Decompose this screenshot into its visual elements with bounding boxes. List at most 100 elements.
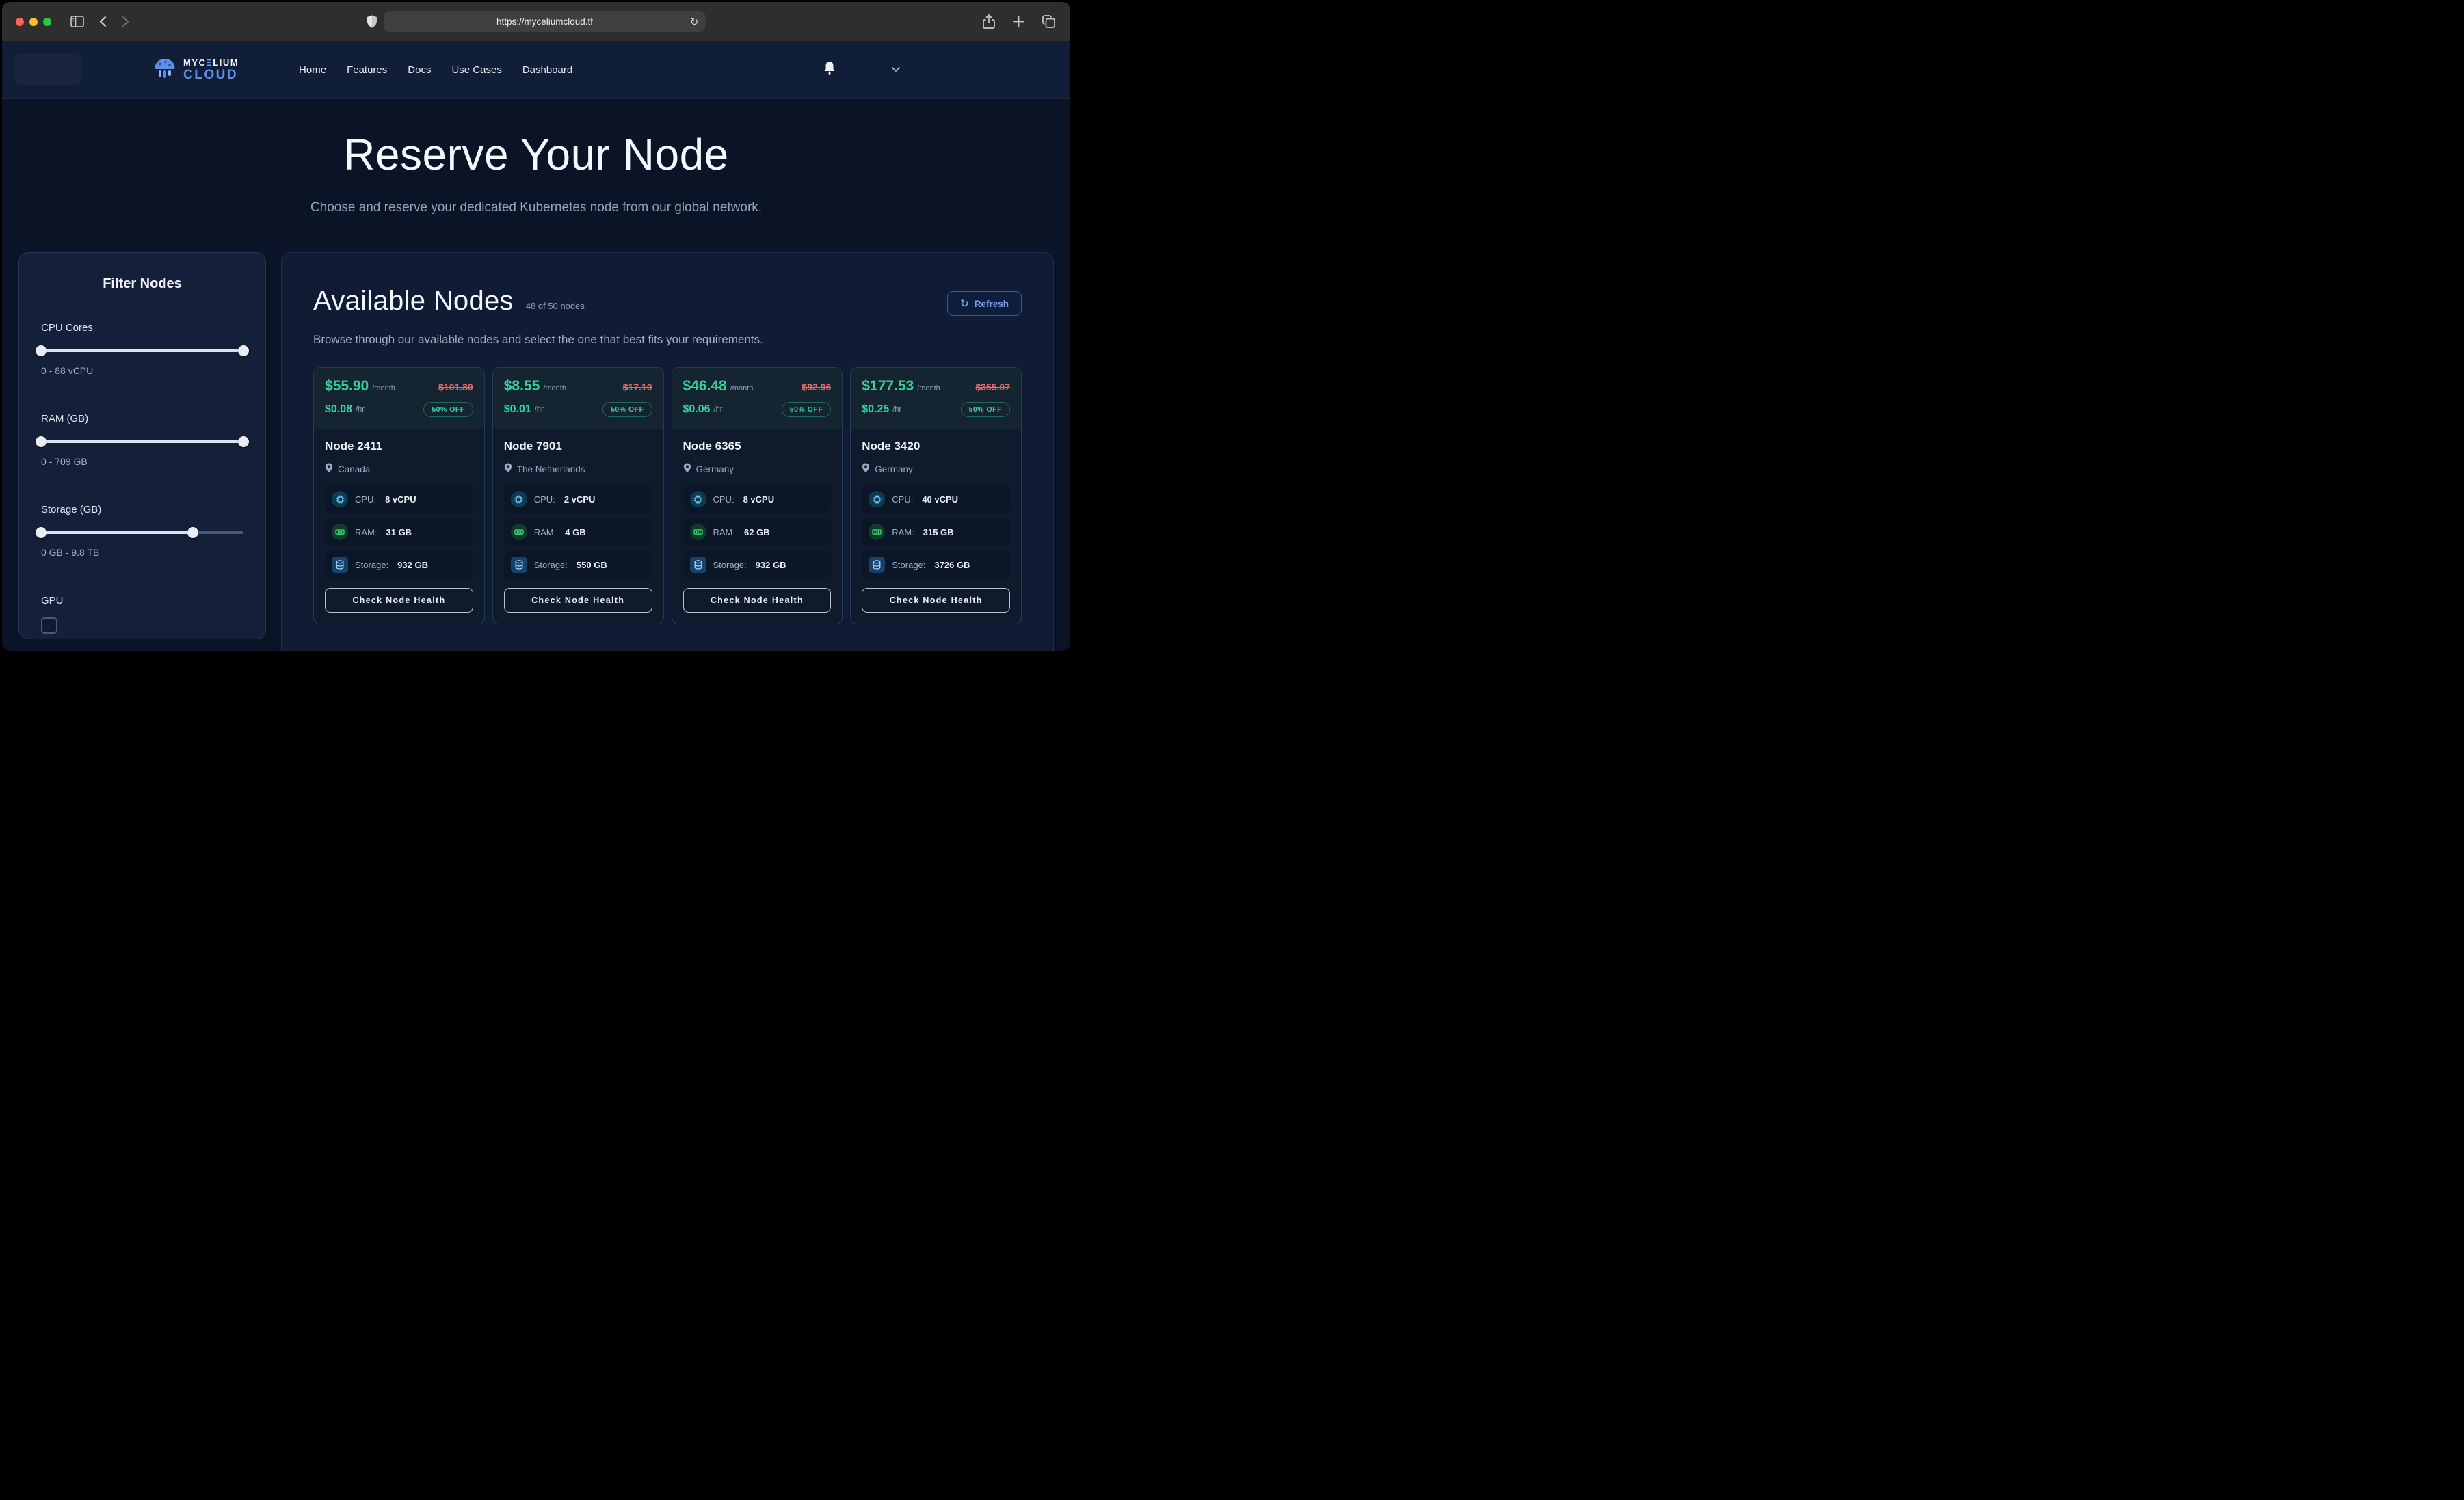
account-chevron-down-icon[interactable]: [891, 64, 901, 76]
storage-label: Storage:: [355, 560, 388, 570]
slider-handle-min[interactable]: [36, 527, 47, 538]
minimize-window-button[interactable]: [29, 18, 38, 26]
browser-toolbar: https://myceliumcloud.tf ↻: [2, 2, 1070, 41]
ram-value: 315 GB: [923, 527, 954, 537]
address-bar[interactable]: https://myceliumcloud.tf ↻: [384, 11, 706, 32]
available-nodes-title: Available Nodes: [313, 286, 514, 317]
node-card[interactable]: $46.48 /month $92.96 $0.06 /hr 50% OFF N…: [672, 367, 843, 624]
check-node-health-button[interactable]: Check Node Health: [325, 588, 473, 613]
cpu-spec-row: CPU: 8 vCPU: [325, 485, 473, 513]
site-navbar: MYCΞLIUM CLOUD Home Features Docs Use Ca…: [2, 41, 1070, 99]
nav-link-docs[interactable]: Docs: [408, 64, 431, 76]
discount-badge: 50% OFF: [423, 402, 473, 417]
range-slider[interactable]: [41, 526, 243, 539]
node-card[interactable]: $55.90 /month $101.80 $0.08 /hr 50% OFF …: [313, 367, 485, 624]
cpu-value: 40 vCPU: [922, 494, 958, 505]
ram-icon: [511, 524, 527, 540]
cpu-icon: [332, 491, 348, 507]
storage-spec-row: Storage: 550 GB: [504, 551, 652, 578]
monthly-unit: /month: [372, 384, 395, 392]
back-button-icon[interactable]: [99, 16, 107, 27]
node-name: Node 7901: [504, 440, 652, 453]
ram-label: RAM:: [713, 527, 736, 537]
node-pricing: $46.48 /month $92.96 $0.06 /hr 50% OFF: [672, 368, 843, 429]
node-count-text: 48 of 50 nodes: [526, 301, 585, 311]
cpu-value: 8 vCPU: [743, 494, 775, 505]
hourly-unit: /hr: [714, 405, 723, 414]
range-slider[interactable]: [41, 436, 243, 448]
traffic-lights: [16, 18, 51, 26]
available-nodes-panel: Available Nodes 48 of 50 nodes ↻ Refresh…: [281, 252, 1054, 651]
sidebar-toggle-icon[interactable]: [70, 16, 84, 27]
share-icon[interactable]: [983, 14, 995, 29]
node-card-body: Node 7901 The Netherlands CPU: 2 vCPU: [493, 429, 663, 588]
refresh-button[interactable]: ↻ Refresh: [947, 291, 1022, 316]
discount-badge: 50% OFF: [961, 402, 1010, 417]
original-price: $355.07: [975, 381, 1010, 392]
ram-spec-row: RAM: 315 GB: [862, 518, 1010, 546]
ram-value: 4 GB: [565, 527, 585, 537]
zoom-window-button[interactable]: [43, 18, 51, 26]
storage-value: 932 GB: [756, 560, 786, 570]
node-name: Node 3420: [862, 440, 1010, 453]
filter-range-text: 0 GB - 9.8 TB: [41, 547, 243, 558]
storage-value: 550 GB: [577, 560, 607, 570]
cpu-spec-row: CPU: 2 vCPU: [504, 485, 652, 513]
monthly-price: $46.48: [683, 378, 727, 394]
brand-wordmark: MYCΞLIUM CLOUD: [183, 58, 239, 81]
cpu-value: 8 vCPU: [385, 494, 416, 505]
reload-icon[interactable]: ↻: [690, 16, 699, 28]
nav-links: Home Features Docs Use Cases Dashboard: [299, 64, 572, 76]
refresh-icon: ↻: [960, 297, 969, 310]
slider-handle-min[interactable]: [36, 345, 47, 356]
ram-label: RAM:: [534, 527, 557, 537]
web-page: MYCΞLIUM CLOUD Home Features Docs Use Ca…: [2, 41, 1070, 651]
close-window-button[interactable]: [16, 18, 24, 26]
node-location: Canada: [338, 464, 370, 474]
new-tab-icon[interactable]: [1013, 16, 1024, 27]
monthly-price: $55.90: [325, 378, 369, 394]
ram-icon: [332, 524, 348, 540]
tab-overview-icon[interactable]: [1042, 15, 1055, 28]
nav-link-dashboard[interactable]: Dashboard: [522, 64, 572, 76]
slider-handle-max[interactable]: [187, 527, 198, 538]
node-card[interactable]: $8.55 /month $17.10 $0.01 /hr 50% OFF No…: [492, 367, 664, 624]
hourly-unit: /hr: [535, 405, 544, 414]
node-location: Germany: [696, 464, 734, 474]
original-price: $17.10: [623, 381, 652, 392]
storage-icon: [690, 557, 706, 573]
cpu-icon: [869, 491, 885, 507]
node-card-body: Node 3420 Germany CPU: 40 vCPU: [851, 429, 1021, 588]
monthly-price: $177.53: [862, 378, 914, 394]
privacy-shield-icon[interactable]: [367, 15, 377, 28]
notification-bell-icon[interactable]: [823, 61, 836, 79]
ram-label: RAM:: [892, 527, 914, 537]
nav-link-features[interactable]: Features: [347, 64, 387, 76]
gpu-filter-label: GPU: [41, 595, 243, 606]
node-location: Germany: [875, 464, 913, 474]
slider-handle-max[interactable]: [238, 345, 249, 356]
storage-label: Storage:: [892, 560, 925, 570]
forward-button-icon[interactable]: [122, 16, 129, 27]
check-node-health-button[interactable]: Check Node Health: [862, 588, 1010, 613]
filter-panel-title: Filter Nodes: [41, 276, 243, 292]
node-card[interactable]: $177.53 /month $355.07 $0.25 /hr 50% OFF…: [850, 367, 1022, 624]
slider-handle-min[interactable]: [36, 436, 47, 447]
filter-range-text: 0 - 88 vCPU: [41, 365, 243, 376]
nav-link-use-cases[interactable]: Use Cases: [451, 64, 501, 76]
filter-label: CPU Cores: [41, 322, 243, 334]
brand-logo[interactable]: MYCΞLIUM CLOUD: [153, 57, 239, 83]
filter-panel: Filter Nodes CPU Cores 0 - 88 vCPU RAM (…: [18, 252, 266, 639]
check-node-health-button[interactable]: Check Node Health: [504, 588, 652, 613]
slider-handle-max[interactable]: [238, 436, 249, 447]
gpu-checkbox[interactable]: [41, 617, 57, 634]
ram-value: 31 GB: [386, 527, 412, 537]
check-node-health-button[interactable]: Check Node Health: [683, 588, 832, 613]
node-name: Node 6365: [683, 440, 832, 453]
storage-label: Storage:: [534, 560, 568, 570]
nav-link-home[interactable]: Home: [299, 64, 326, 76]
location-pin-icon: [325, 463, 333, 475]
range-slider[interactable]: [41, 345, 243, 357]
hourly-price: $0.08: [325, 403, 352, 416]
location-pin-icon: [683, 463, 691, 475]
